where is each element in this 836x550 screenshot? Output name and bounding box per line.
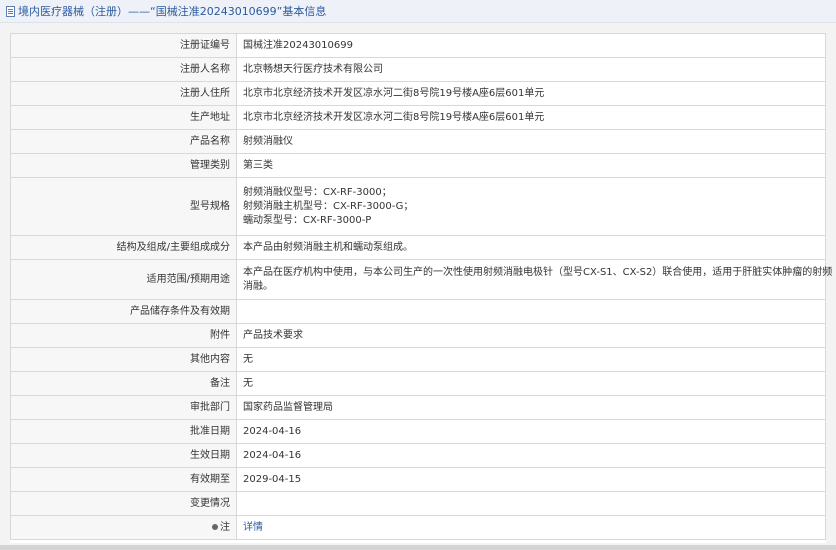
table-row: 有效期至 2029-04-15 xyxy=(10,467,826,492)
value-dept: 国家药品监督管理局 xyxy=(236,395,826,420)
value-other: 无 xyxy=(236,347,826,372)
value-storage xyxy=(236,299,826,324)
table-row: 产品名称 射频消融仪 xyxy=(10,129,826,154)
info-panel: 注册证编号 国械注准20243010699 注册人名称 北京畅想天行医疗技术有限… xyxy=(10,33,833,543)
page-title: 境内医疗器械（注册）——“国械注准20243010699”基本信息 xyxy=(18,5,327,18)
value-effective-date: 2024-04-16 xyxy=(236,443,826,468)
value-remark: 无 xyxy=(236,371,826,396)
table-row: 附件 产品技术要求 xyxy=(10,323,826,348)
value-reg-no: 国械注准20243010699 xyxy=(236,33,826,58)
table-row: 注 详情 xyxy=(10,515,826,540)
value-usage: 本产品在医疗机构中使用，与本公司生产的一次性使用射频消融电极针（型号CX-S1、… xyxy=(236,259,833,300)
usage-line: 本产品在医疗机构中使用，与本公司生产的一次性使用射频消融电极针（型号CX-S1、… xyxy=(243,266,833,278)
label-category: 管理类别 xyxy=(10,153,237,178)
note-label-text: 注 xyxy=(220,522,230,533)
model-line: 射频消融主机型号：CX-RF-3000-G； xyxy=(243,200,414,212)
document-icon xyxy=(6,5,15,17)
label-effective-date: 生效日期 xyxy=(10,443,237,468)
label-approve-date: 批准日期 xyxy=(10,419,237,444)
table-row: 型号规格 射频消融仪型号：CX-RF-3000； 射频消融主机型号：CX-RF-… xyxy=(10,177,826,236)
table-row: 注册人名称 北京畅想天行医疗技术有限公司 xyxy=(10,57,826,82)
table-row: 管理类别 第三类 xyxy=(10,153,826,178)
details-link[interactable]: 详情 xyxy=(243,522,263,533)
value-note: 详情 xyxy=(236,515,826,540)
label-changes: 变更情况 xyxy=(10,491,237,516)
usage-line: 消融。 xyxy=(243,280,273,292)
value-models: 射频消融仪型号：CX-RF-3000； 射频消融主机型号：CX-RF-3000-… xyxy=(236,177,826,236)
label-product-name: 产品名称 xyxy=(10,129,237,154)
value-approve-date: 2024-04-16 xyxy=(236,419,826,444)
value-valid-until: 2029-04-15 xyxy=(236,467,826,492)
value-registrant: 北京畅想天行医疗技术有限公司 xyxy=(236,57,826,82)
label-usage: 适用范围/预期用途 xyxy=(10,259,237,300)
label-valid-until: 有效期至 xyxy=(10,467,237,492)
info-table: 注册证编号 国械注准20243010699 注册人名称 北京畅想天行医疗技术有限… xyxy=(10,33,833,540)
value-changes xyxy=(236,491,826,516)
label-registrant: 注册人名称 xyxy=(10,57,237,82)
value-structure: 本产品由射频消融主机和蠕动泵组成。 xyxy=(236,235,826,260)
model-line: 蠕动泵型号：CX-RF-3000-P xyxy=(243,214,372,226)
bottom-scrollbar[interactable] xyxy=(0,545,836,550)
table-row: 其他内容 无 xyxy=(10,347,826,372)
table-row: 结构及组成/主要组成成分 本产品由射频消融主机和蠕动泵组成。 xyxy=(10,235,826,260)
value-production-address: 北京市北京经济技术开发区凉水河二街8号院19号楼A座6层601单元 xyxy=(236,105,826,130)
model-line: 射频消融仪型号：CX-RF-3000； xyxy=(243,186,392,198)
value-product-name: 射频消融仪 xyxy=(236,129,826,154)
table-row: 注册人住所 北京市北京经济技术开发区凉水河二街8号院19号楼A座6层601单元 xyxy=(10,81,826,106)
table-row: 备注 无 xyxy=(10,371,826,396)
label-reg-no: 注册证编号 xyxy=(10,33,237,58)
value-registrant-address: 北京市北京经济技术开发区凉水河二街8号院19号楼A座6层601单元 xyxy=(236,81,826,106)
value-attachment: 产品技术要求 xyxy=(236,323,826,348)
label-attachment: 附件 xyxy=(10,323,237,348)
table-row: 变更情况 xyxy=(10,491,826,516)
label-registrant-address: 注册人住所 xyxy=(10,81,237,106)
table-row: 产品储存条件及有效期 xyxy=(10,299,826,324)
table-row: 批准日期 2024-04-16 xyxy=(10,419,826,444)
label-models: 型号规格 xyxy=(10,177,237,236)
label-note: 注 xyxy=(10,515,237,540)
table-row: 注册证编号 国械注准20243010699 xyxy=(10,33,826,58)
table-row: 适用范围/预期用途 本产品在医疗机构中使用，与本公司生产的一次性使用射频消融电极… xyxy=(10,259,833,300)
bulb-icon xyxy=(212,524,218,530)
label-production-address: 生产地址 xyxy=(10,105,237,130)
label-other: 其他内容 xyxy=(10,347,237,372)
label-structure: 结构及组成/主要组成成分 xyxy=(10,235,237,260)
value-category: 第三类 xyxy=(236,153,826,178)
label-storage: 产品储存条件及有效期 xyxy=(10,299,237,324)
table-row: 审批部门 国家药品监督管理局 xyxy=(10,395,826,420)
label-remark: 备注 xyxy=(10,371,237,396)
page-header: 境内医疗器械（注册）——“国械注准20243010699”基本信息 xyxy=(0,0,836,23)
table-row: 生效日期 2024-04-16 xyxy=(10,443,826,468)
table-row: 生产地址 北京市北京经济技术开发区凉水河二街8号院19号楼A座6层601单元 xyxy=(10,105,826,130)
label-dept: 审批部门 xyxy=(10,395,237,420)
